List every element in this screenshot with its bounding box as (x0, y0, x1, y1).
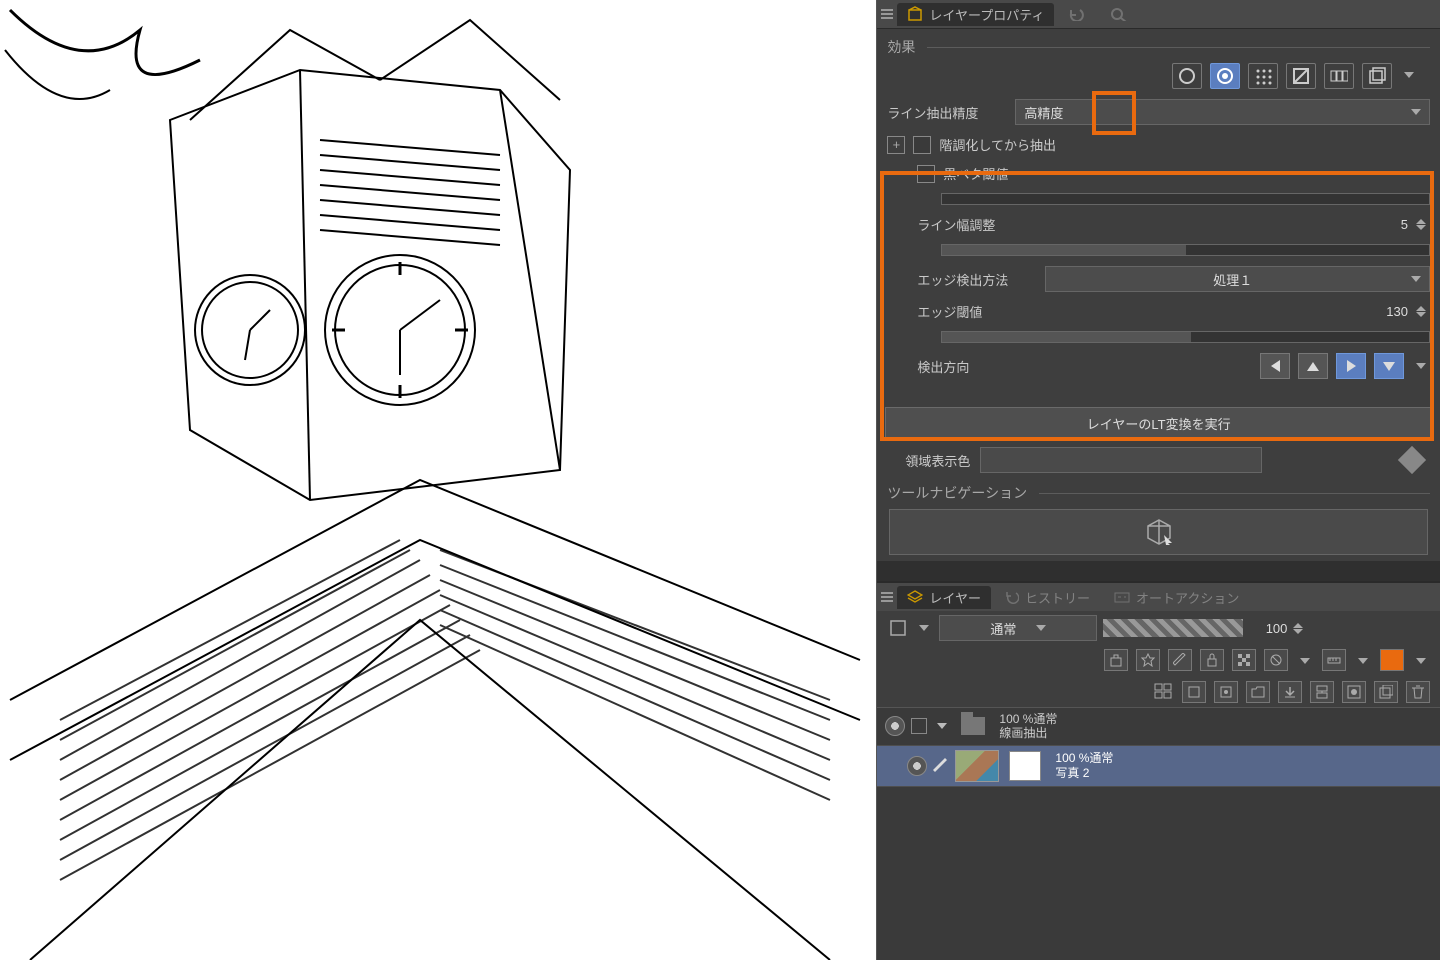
new-raster-layer-icon[interactable] (1182, 681, 1206, 703)
expand-posterize-button[interactable]: + (887, 136, 905, 154)
layer-panel: レイヤー ヒストリー オートアクション 通常 1 (877, 581, 1440, 960)
layer-opacity-text: 100 %通常 (1055, 751, 1113, 765)
layer-property-icon (907, 6, 923, 22)
visibility-toggle-icon[interactable] (885, 716, 905, 736)
layer-list: 100 %通常 線画抽出 100 %通常 写真 2 (877, 707, 1440, 960)
layer-actions-row-2 (877, 677, 1440, 707)
tab-layer-property[interactable]: レイヤープロパティ (897, 3, 1054, 26)
transfer-down-icon[interactable] (1278, 681, 1302, 703)
panel-menu-icon[interactable] (881, 9, 893, 19)
search-icon (1110, 7, 1128, 21)
opacity-value: 100 (1249, 621, 1287, 636)
layer-color-dropdown[interactable] (1412, 649, 1430, 673)
create-mask-icon[interactable] (1342, 681, 1366, 703)
tab-history[interactable]: ヒストリー (995, 586, 1100, 609)
effect-layer-color-icon[interactable] (1286, 63, 1316, 89)
layer-select-checkbox[interactable] (911, 718, 927, 734)
posterize-checkbox[interactable] (913, 136, 931, 154)
line-precision-dropdown[interactable]: 高精度 (1015, 99, 1430, 125)
visibility-toggle-icon[interactable] (907, 756, 927, 776)
effect-line-extract-icon[interactable] (1210, 63, 1240, 89)
blend-mode-dropdown[interactable]: 通常 (939, 615, 1097, 641)
effect-reference-icon[interactable] (1362, 63, 1392, 89)
area-display-color-well[interactable] (980, 447, 1262, 473)
tutorial-highlight-effect-button (1092, 91, 1136, 135)
ruler-visible-icon[interactable] (1322, 649, 1346, 671)
effect-buttons-row (887, 63, 1430, 89)
edit-indicator-icon (933, 758, 949, 774)
new-vector-layer-icon[interactable] (1214, 681, 1238, 703)
black-threshold-slider[interactable] (941, 193, 1430, 205)
folder-opacity-text: 100 %通常 (999, 712, 1057, 726)
lock-transparent-icon[interactable] (1232, 649, 1256, 671)
tool-nav-label: ツールナビゲーション (887, 483, 1027, 503)
new-folder-icon[interactable] (1246, 681, 1270, 703)
line-precision-value: 高精度 (1024, 103, 1063, 122)
diamond-icon[interactable] (1398, 446, 1426, 474)
tab-autoaction[interactable]: オートアクション (1104, 586, 1249, 609)
folder-name: 線画抽出 (999, 726, 1057, 740)
tab-extra-2[interactable] (1100, 5, 1138, 23)
effect-tone-icon[interactable] (1248, 63, 1278, 89)
check-all-icon[interactable] (1152, 681, 1174, 701)
layer-actions-row-1 (877, 645, 1440, 677)
tool-navigation-button[interactable] (889, 509, 1428, 555)
enable-mask-icon[interactable] (1264, 649, 1288, 671)
autoaction-icon (1114, 590, 1130, 604)
effect-expression-color-icon[interactable] (1324, 63, 1354, 89)
edge-threshold-slider[interactable] (941, 331, 1430, 343)
layer-mask-thumbnail (1009, 751, 1041, 781)
layers-icon (907, 590, 923, 604)
history-icon (1005, 590, 1019, 604)
effect-section-label: 効果 (887, 37, 915, 57)
opacity-spinner[interactable] (1293, 623, 1307, 634)
layer-folder-row[interactable]: 100 %通常 線画抽出 (877, 708, 1440, 746)
layer-color-swatch-icon[interactable] (1380, 649, 1404, 671)
line-width-slider[interactable] (941, 244, 1430, 256)
palette-color-dropdown[interactable] (915, 616, 933, 640)
canvas-viewport[interactable] (0, 0, 876, 960)
tool-cube-icon (1144, 517, 1174, 547)
tab-layer-property-label: レイヤープロパティ (929, 5, 1044, 24)
chevron-down-icon (1036, 625, 1046, 631)
blend-mode-value: 通常 (990, 619, 1016, 638)
tab-history-label: ヒストリー (1025, 588, 1090, 607)
draft-layer-icon[interactable] (1168, 649, 1192, 671)
folder-icon (961, 717, 985, 735)
delete-layer-icon[interactable] (1406, 681, 1430, 703)
effect-border-icon[interactable] (1172, 63, 1202, 89)
lock-icon[interactable] (1200, 649, 1224, 671)
apply-mask-icon[interactable] (1374, 681, 1398, 703)
line-art-preview (0, 0, 876, 960)
undo-icon (1068, 7, 1086, 21)
palette-color-icon[interactable] (887, 618, 909, 638)
clip-mask-icon[interactable] (1104, 649, 1128, 671)
folder-collapse-icon[interactable] (937, 723, 947, 729)
tab-layer[interactable]: レイヤー (897, 586, 991, 609)
line-precision-label: ライン抽出精度 (887, 103, 1007, 122)
tab-layer-label: レイヤー (929, 588, 981, 607)
posterize-label: 階調化してから抽出 (939, 135, 1056, 154)
layer-thumbnail (955, 750, 999, 782)
layer-row-selected[interactable]: 100 %通常 写真 2 (877, 746, 1440, 787)
layer-panel-menu-icon[interactable] (881, 592, 893, 602)
effect-dropdown-icon[interactable] (1400, 63, 1418, 87)
tab-autoaction-label: オートアクション (1136, 588, 1239, 607)
tab-extra-1[interactable] (1058, 5, 1096, 23)
ruler-dropdown-icon[interactable] (1354, 649, 1372, 673)
opacity-slider[interactable] (1103, 619, 1243, 637)
merge-down-icon[interactable] (1310, 681, 1334, 703)
chevron-down-icon (1411, 109, 1421, 115)
layer-name: 写真 2 (1055, 766, 1113, 780)
reference-layer-icon[interactable] (1136, 649, 1160, 671)
tutorial-highlight-parameters (880, 171, 1434, 441)
mask-dropdown-icon[interactable] (1296, 649, 1314, 673)
layer-property-panel: レイヤープロパティ 効果 (877, 0, 1440, 561)
area-display-color-label: 領域表示色 (905, 451, 970, 470)
